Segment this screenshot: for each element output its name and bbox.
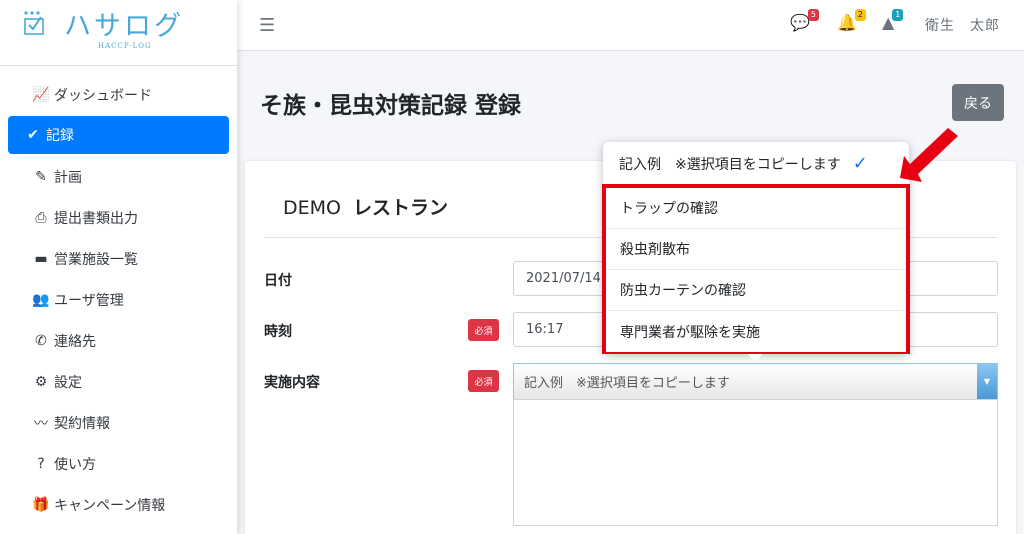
dropdown-option[interactable]: 防虫カーテンの確認 — [606, 270, 906, 311]
logo-icon — [24, 11, 44, 35]
chevron-down-icon[interactable]: ▼ — [977, 364, 997, 399]
sidebar-item-plan[interactable]: ✎ 計画 — [8, 156, 229, 197]
store-icon: ▬ — [34, 250, 48, 267]
phone-icon: ✆ — [35, 332, 47, 349]
required-badge: 必須 — [468, 319, 499, 341]
cogs-icon: ⚙ — [34, 373, 48, 390]
red-arrow-icon — [900, 128, 958, 182]
sidebar-nav: 📈 ダッシュボード ✔ 記録 ✎ 計画 ⎙ 提出書類出力 ▬ 営業施設一覧 👥 ユーザ管理 … — [0, 66, 237, 525]
content-select[interactable]: 記入例 ※選択項目をコピーします ▼ — [513, 363, 998, 400]
sidebar-item-label: 使い方 — [54, 456, 96, 473]
sidebar-item-contract[interactable]: 〰契約情報 — [8, 402, 229, 443]
sidebar-item-dashboard[interactable]: 📈 ダッシュボード — [8, 74, 229, 115]
sidebar-item-contacts[interactable]: ✆ 連絡先 — [8, 320, 229, 361]
dropdown-option-selected[interactable]: 記入例 ※選択項目をコピーします ✓ — [603, 142, 909, 185]
sidebar-item-label: 連絡先 — [54, 333, 96, 350]
sidebar-item-campaign[interactable]: 🎁 キャンペーン情報 — [8, 484, 229, 525]
signature-icon: 〰 — [34, 415, 48, 432]
question-circle-icon: ? — [37, 455, 45, 472]
checkmark-icon: ✓ — [852, 153, 868, 174]
check-icon: ✔ — [27, 127, 39, 143]
alert-badge: 1 — [892, 9, 904, 21]
brand-logo[interactable]: ハサログ HACCP-LOG — [0, 0, 237, 66]
gift-icon: 🎁 — [32, 496, 50, 513]
users-icon: 👥 — [32, 291, 50, 308]
sidebar-item-facilities[interactable]: ▬ 営業施設一覧 — [8, 238, 229, 279]
comments-badge: 5 — [807, 9, 819, 21]
comments-icon[interactable]: 💬 5 — [790, 9, 819, 32]
sidebar-item-label: キャンペーン情報 — [54, 497, 166, 514]
store-title: DEMO レストラン — [283, 193, 448, 220]
select-value: 記入例 ※選択項目をコピーします — [524, 376, 730, 391]
print-icon: ⎙ — [35, 209, 47, 226]
brand-subtitle: HACCP-LOG — [98, 42, 152, 50]
brand-name: ハサログ — [64, 11, 184, 42]
sidebar: ハサログ HACCP-LOG 📈 ダッシュボード ✔ 記録 ✎ 計画 ⎙ 提出書類出力 … — [0, 0, 237, 534]
hamburger-menu-icon[interactable]: ☰ — [259, 15, 275, 36]
dropdown-option-label: 記入例 ※選択項目をコピーします — [619, 156, 841, 173]
bell-badge: 2 — [854, 9, 866, 21]
edit-icon: ✎ — [35, 168, 47, 185]
warning-icon[interactable]: ▲ 1 — [882, 9, 904, 32]
required-badge: 必須 — [468, 370, 499, 392]
sidebar-item-users[interactable]: 👥 ユーザ管理 — [8, 279, 229, 320]
store-prefix: DEMO — [283, 197, 341, 219]
sidebar-item-label: ダッシュボード — [54, 87, 152, 104]
dropdown-option[interactable]: 殺虫剤散布 — [606, 229, 906, 270]
content-textarea[interactable] — [513, 399, 998, 526]
sidebar-item-records[interactable]: ✔ 記録 — [8, 116, 229, 154]
sidebar-item-label: 提出書類出力 — [54, 210, 138, 227]
store-name: レストラン — [352, 197, 448, 219]
bell-icon[interactable]: 🔔 2 — [837, 9, 866, 32]
user-name[interactable]: 衛生 太郎 — [925, 15, 1000, 35]
chart-line-icon: 📈 — [32, 86, 50, 103]
sidebar-item-help[interactable]: ? 使い方 — [8, 443, 229, 484]
topbar: ☰ 💬 5 🔔 2 ▲ 1 衛生 太郎 — [237, 0, 1024, 51]
back-button[interactable]: 戻る — [952, 84, 1004, 121]
sidebar-item-label: 記録 — [46, 128, 74, 144]
content-label: 実施内容 — [264, 375, 320, 391]
date-label: 日付 — [264, 273, 292, 289]
dropdown-option[interactable]: 専門業者が駆除を実施 — [606, 311, 906, 352]
sidebar-item-settings[interactable]: ⚙ 設定 — [8, 361, 229, 402]
dropdown-option[interactable]: トラップの確認 — [606, 188, 906, 229]
sidebar-item-documents[interactable]: ⎙ 提出書類出力 — [8, 197, 229, 238]
page-title: そ族・昆虫対策記録 登録 — [260, 93, 522, 119]
dropdown-options-highlight: トラップの確認 殺虫剤散布 防虫カーテンの確認 専門業者が駆除を実施 — [602, 184, 910, 354]
time-label: 時刻 — [264, 324, 292, 340]
sidebar-item-label: 計画 — [54, 169, 82, 186]
sidebar-item-label: 設定 — [54, 374, 82, 391]
sidebar-item-label: ユーザ管理 — [54, 292, 124, 309]
sidebar-item-label: 契約情報 — [54, 415, 110, 432]
sidebar-item-label: 営業施設一覧 — [54, 251, 138, 268]
